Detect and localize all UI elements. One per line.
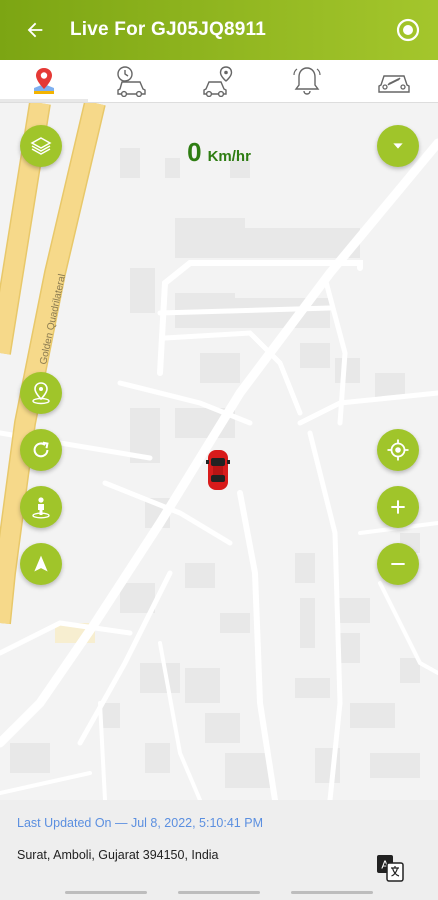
translate-icon: A — [377, 855, 404, 882]
system-nav-bar — [0, 890, 438, 900]
refresh-icon — [33, 441, 49, 458]
tab-alerts[interactable] — [263, 60, 351, 102]
map-pin-icon — [33, 68, 54, 94]
bell-icon — [292, 67, 321, 95]
info-panel: Last Updated On — Jul 8, 2022, 5:10:41 P… — [0, 800, 438, 900]
nav-handle[interactable] — [177, 891, 260, 894]
zoom-out-button[interactable] — [377, 543, 419, 585]
chevron-down-icon — [393, 143, 403, 149]
arrow-left-icon — [27, 22, 43, 38]
zoom-in-button[interactable] — [377, 486, 419, 528]
layers-button[interactable] — [20, 125, 62, 167]
speed-value: 0 — [187, 137, 202, 167]
nav-handle[interactable] — [65, 891, 148, 894]
red-car-icon — [206, 450, 230, 490]
record-circle-icon — [396, 18, 420, 42]
app-bar: Live For GJ05JQ8911 — [0, 0, 438, 60]
location-pin-button[interactable] — [20, 372, 62, 414]
my-location-icon — [387, 439, 409, 461]
nav-handle[interactable] — [290, 891, 373, 894]
navigation-button[interactable] — [20, 543, 62, 585]
tab-service[interactable] — [350, 60, 438, 102]
car-clock-icon — [117, 66, 147, 97]
refresh-button[interactable] — [20, 429, 62, 471]
speed-display: 0 Km/hr — [0, 137, 438, 168]
vehicle-marker[interactable] — [206, 448, 230, 497]
my-location-button[interactable] — [377, 429, 419, 471]
last-updated-text: Last Updated On — Jul 8, 2022, 5:10:41 P… — [17, 816, 263, 830]
tab-live-map[interactable] — [0, 60, 88, 102]
tab-bar — [0, 60, 438, 103]
car-location-icon — [203, 66, 233, 97]
location-pin-icon — [32, 382, 50, 405]
person-pin-icon — [32, 497, 50, 519]
zoom-in-icon — [391, 500, 405, 514]
layers-icon — [30, 137, 52, 155]
zoom-out-icon — [391, 563, 405, 565]
dropdown-button[interactable] — [377, 125, 419, 167]
address-text: Surat, Amboli, Gujarat 394150, India — [17, 848, 219, 862]
page-title: Live For GJ05JQ8911 — [70, 19, 267, 40]
car-wrench-icon — [378, 75, 410, 93]
map-view[interactable]: Golden Quadrilateral — [0, 103, 438, 800]
navigation-arrow-icon — [34, 555, 48, 572]
speed-unit: Km/hr — [207, 148, 251, 165]
tab-history[interactable] — [88, 60, 176, 102]
person-pin-button[interactable] — [20, 486, 62, 528]
record-button[interactable] — [378, 0, 438, 60]
back-button[interactable] — [0, 0, 70, 60]
translate-button[interactable]: A — [376, 854, 404, 887]
tab-trip[interactable] — [175, 60, 263, 102]
